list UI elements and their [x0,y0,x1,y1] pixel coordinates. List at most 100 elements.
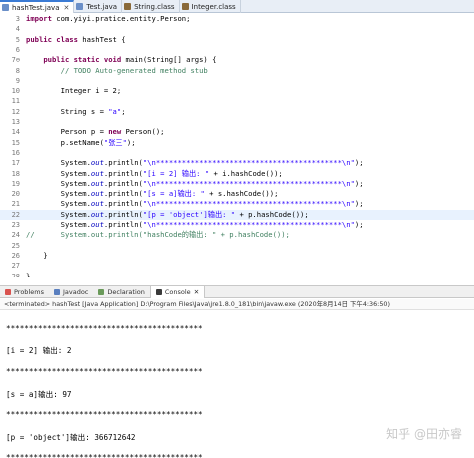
console-line: ****************************************… [6,410,203,420]
code-line[interactable]: 8 // TODO Auto-generated method stub [0,66,474,76]
code-text: Person p = new Person(); [26,127,165,137]
code-line[interactable]: 4 [0,24,474,34]
code-line[interactable]: 5 public class hashTest { [0,35,474,45]
editor-tab-1[interactable]: Test.java [74,0,123,13]
file-icon [124,3,132,10]
code-text: public static void main(String[] args) { [43,55,217,65]
code-line[interactable]: 22 System.out.println("[p = 'object']输出:… [0,209,474,220]
view-tab-javadoc[interactable]: Javadoc [49,286,93,298]
line-number: 22 [11,210,20,219]
code-line[interactable]: 9 [0,76,474,86]
console-line: [p = 'object']输出: 366712642 [6,432,136,442]
console-icon [155,288,162,295]
code-line[interactable]: 6 [0,45,474,55]
line-number: 19 [11,179,20,188]
view-tab-label: Console [164,287,191,296]
tab-label: String.class [134,2,175,11]
code-line[interactable]: 11 [0,96,474,106]
view-tab-problems[interactable]: Problems [0,286,49,298]
file-icon [181,3,189,10]
watermark: 知乎 @田亦睿 [386,427,462,441]
code-text: } [26,271,31,278]
line-number: 5 [15,35,20,44]
console-line: ****************************************… [6,323,203,333]
declaration-icon [98,288,105,295]
code-line[interactable]: 25 [0,241,474,251]
code-line[interactable]: 12 String s = "a"; [0,107,474,117]
line-number: 11 [11,97,20,106]
line-number: 10 [11,87,20,96]
view-tab-declaration[interactable]: Declaration [93,286,149,298]
code-editor[interactable]: 3 import com.yiyi.pratice.entity.Person; 4… [0,13,474,277]
javadoc-icon [53,288,60,295]
code-text: p.setName("张三"); [26,137,136,147]
code-text: System.out.println("\n******************… [26,158,364,168]
view-tab-label: Javadoc [62,287,89,296]
code-line[interactable]: 14 Person p = new Person(); [0,127,474,137]
code-line[interactable]: 16 [0,148,474,158]
code-text: System.out.println("[s = a]输出: " + s.has… [26,189,279,199]
editor-tab-2[interactable]: String.class [122,0,180,13]
view-tab-bar: Problems Javadoc Declaration Console ✕ [0,285,474,298]
code-line[interactable]: 18 System.out.println("[i = 2] 输出: " + i… [0,169,474,179]
tab-label: Test.java [86,2,118,11]
line-number: 21 [11,200,20,209]
console-line: [i = 2] 输出: 2 [6,346,72,356]
line-number: 7⊖ [11,56,20,65]
code-text: System.out.println("\n******************… [26,178,364,188]
view-tab-label: Problems [14,287,44,296]
editor-tab-0[interactable]: hashTest.java ✕ [0,0,75,13]
problems-icon [5,288,11,295]
file-icon [76,3,84,10]
console-line: [s = a]输出: 97 [6,389,72,399]
code-line[interactable]: 13 [0,117,474,127]
code-line[interactable]: 3 import com.yiyi.pratice.entity.Person; [0,14,474,24]
line-number: 4 [15,25,20,34]
code-text: String s = "a"; [26,106,126,116]
line-number: 16 [11,148,20,157]
code-line[interactable]: 28} [0,272,474,278]
editor-tab-bar: hashTest.java ✕ Test.java String.class Integ… [0,0,474,13]
code-line[interactable]: 7⊖ public static void main(String[] args… [0,55,474,65]
code-text: } [26,250,48,260]
code-line[interactable]: 17 System.out.println("\n***************… [0,158,474,168]
code-text: // System.out.println("hashCode的输出: " + … [26,230,290,240]
line-number: 3 [15,15,20,23]
console-line: ****************************************… [6,367,203,376]
code-text: import com.yiyi.pratice.entity.Person; [26,14,191,23]
code-line[interactable]: 23 System.out.println("\n***************… [0,220,474,230]
view-tab-label: Declaration [107,287,145,296]
code-line[interactable]: 21 System.out.println("\n***************… [0,199,474,209]
line-number: 25 [11,241,20,250]
code-text: public class hashTest { [26,34,126,44]
line-number: 9 [15,76,20,85]
tab-label: Integer.class [191,2,236,11]
code-line[interactable]: 19 System.out.println("\n***************… [0,179,474,189]
line-number: 17 [11,159,20,168]
code-text: System.out.println("[i = 2] 输出: " + i.ha… [26,168,283,178]
code-line[interactable]: 26 } [0,251,474,261]
code-line[interactable]: 24 // System.out.println("hashCode的输出: " … [0,230,474,240]
console-line: ****************************************… [6,453,203,458]
line-number: 24 [11,231,20,240]
line-number: 23 [11,221,20,229]
line-number: 14 [11,128,20,137]
line-number: 12 [11,107,20,116]
console-status: <terminated> hashTest [Java Application]… [0,299,474,310]
line-number: 20 [11,190,20,199]
line-number: 28 [11,272,20,278]
close-icon[interactable]: ✕ [64,4,70,12]
view-tab-console[interactable]: Console ✕ [149,285,206,298]
code-line[interactable]: 10 Integer i = 2; [0,86,474,96]
tab-label: hashTest.java [12,3,60,12]
line-number: 13 [11,118,20,126]
code-line[interactable]: 20 System.out.println("[s = a]输出: " + s.… [0,189,474,199]
editor-tab-3[interactable]: Integer.class [180,0,241,13]
line-number: 27 [11,262,20,271]
code-line[interactable]: 27 [0,261,474,271]
line-number: 6 [15,45,20,54]
code-line[interactable]: 15 p.setName("张三"); [0,138,474,148]
line-number: 8 [15,66,20,75]
close-icon[interactable]: ✕ [194,288,199,296]
file-icon [2,4,9,11]
